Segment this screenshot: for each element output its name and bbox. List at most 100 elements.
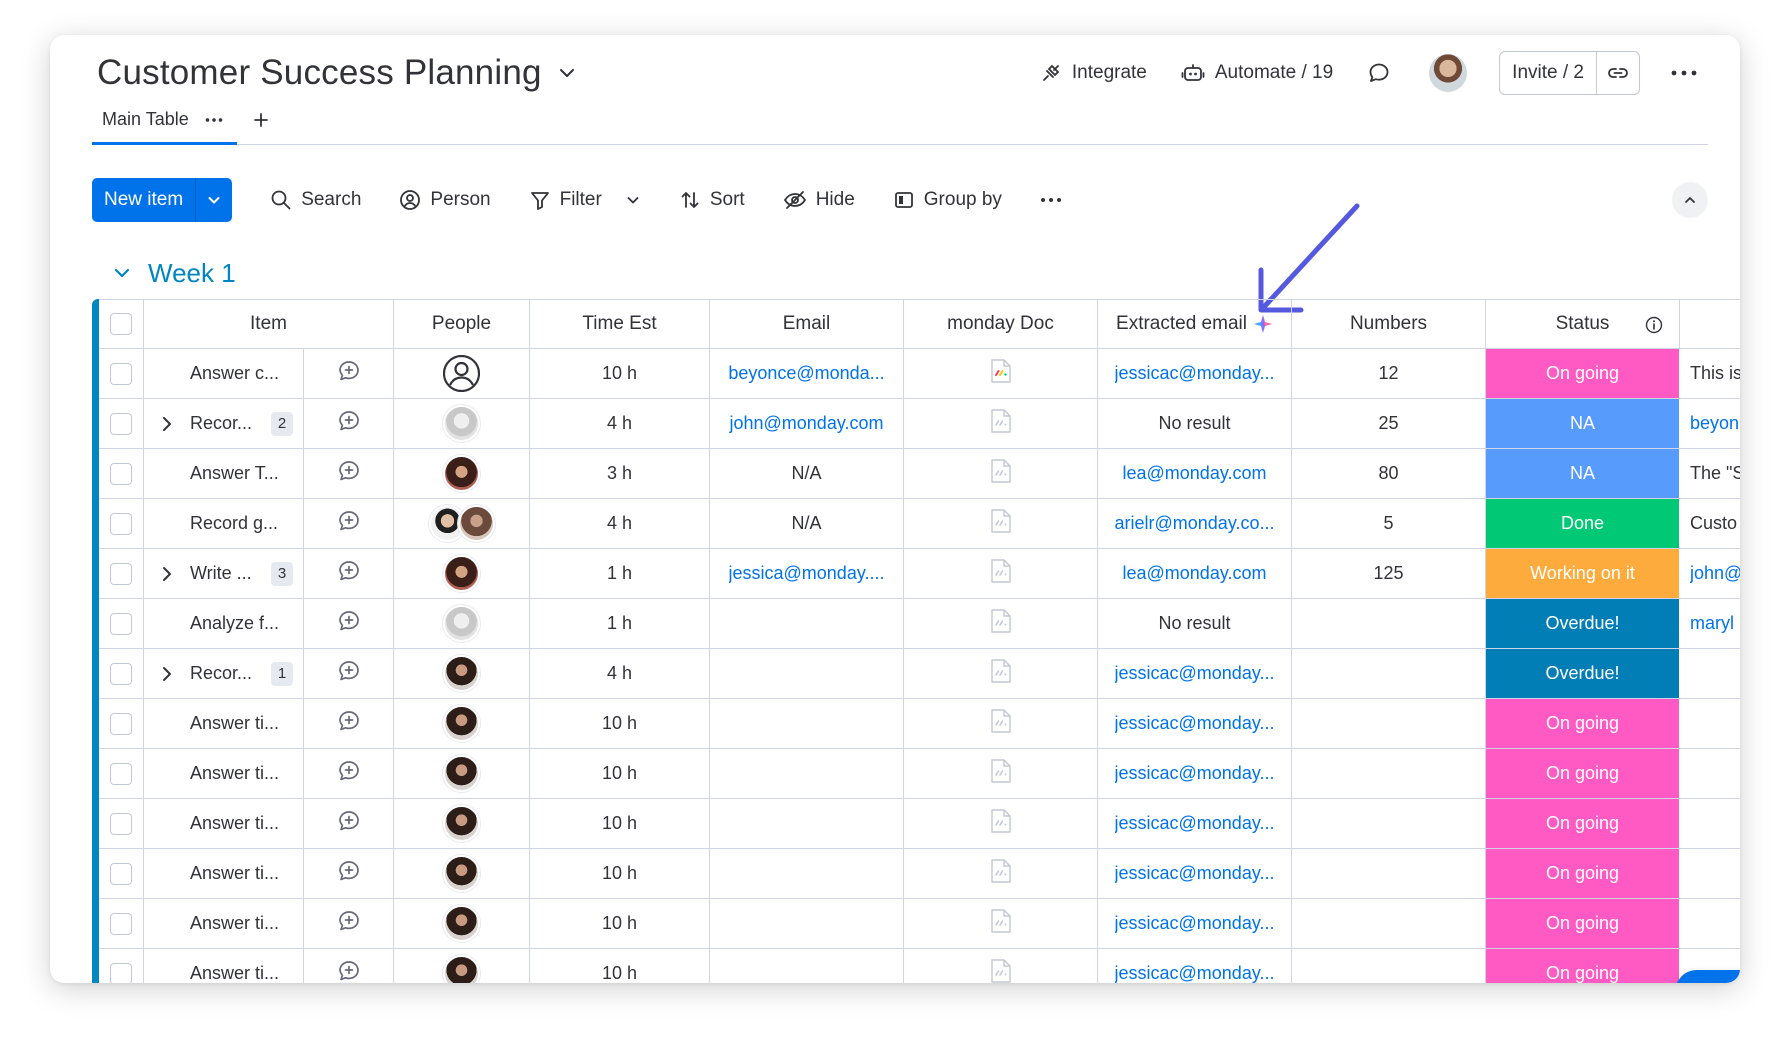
add-update-cell[interactable] bbox=[304, 499, 394, 548]
select-all-checkbox[interactable] bbox=[110, 313, 132, 335]
text-cell[interactable] bbox=[1680, 749, 1740, 798]
extracted-email-value[interactable]: lea@monday.com bbox=[1123, 563, 1267, 584]
email-cell[interactable] bbox=[710, 649, 904, 698]
avatar[interactable] bbox=[443, 455, 480, 492]
expand-subitems-icon[interactable] bbox=[152, 416, 182, 432]
people-cell[interactable] bbox=[394, 399, 530, 448]
item-name[interactable]: Answer ti... bbox=[182, 863, 303, 884]
extracted-email-value[interactable]: jessicac@monday... bbox=[1115, 863, 1275, 884]
add-update-cell[interactable] bbox=[304, 599, 394, 648]
email-cell[interactable] bbox=[710, 599, 904, 648]
table-row[interactable]: Answer ti... 10 h jessicac@monday... On goi… bbox=[99, 699, 1740, 749]
status-cell[interactable]: Working on it bbox=[1486, 549, 1680, 598]
numbers-cell[interactable] bbox=[1292, 599, 1486, 648]
status-cell[interactable]: On going bbox=[1486, 949, 1680, 983]
avatar[interactable] bbox=[443, 855, 480, 892]
item-name[interactable]: Recor... bbox=[182, 663, 271, 684]
text-cell[interactable]: maryl bbox=[1680, 599, 1740, 648]
monday-doc-cell[interactable] bbox=[904, 749, 1098, 798]
text-cell[interactable] bbox=[1680, 649, 1740, 698]
subitems-count-badge[interactable]: 2 bbox=[271, 411, 293, 436]
monday-doc-cell[interactable] bbox=[904, 549, 1098, 598]
item-cell[interactable]: Analyze f... bbox=[144, 599, 304, 648]
filter-button[interactable]: Filter bbox=[529, 189, 641, 211]
table-row[interactable]: Answer T... 3 h N/A lea@monday.com 80 NA The "… bbox=[99, 449, 1740, 499]
monday-doc-cell[interactable] bbox=[904, 699, 1098, 748]
add-update-icon[interactable] bbox=[337, 459, 361, 488]
numbers-cell[interactable]: 25 bbox=[1292, 399, 1486, 448]
time-est-cell[interactable]: 1 h bbox=[530, 549, 710, 598]
item-name[interactable]: Answer ti... bbox=[182, 913, 303, 934]
doc-icon[interactable] bbox=[990, 958, 1012, 983]
add-update-icon[interactable] bbox=[337, 859, 361, 888]
text-cell[interactable] bbox=[1680, 799, 1740, 848]
time-est-cell[interactable]: 4 h bbox=[530, 399, 710, 448]
email-cell[interactable]: beyonce@monda... bbox=[710, 349, 904, 398]
doc-icon[interactable] bbox=[990, 708, 1012, 739]
status-cell[interactable]: On going bbox=[1486, 849, 1680, 898]
column-header-status[interactable]: Status bbox=[1486, 300, 1680, 348]
row-checkbox[interactable] bbox=[110, 512, 132, 535]
doc-icon[interactable] bbox=[990, 658, 1012, 689]
email-value[interactable]: jessica@monday.... bbox=[729, 563, 885, 584]
add-update-icon[interactable] bbox=[337, 959, 361, 983]
add-update-icon[interactable] bbox=[337, 659, 361, 688]
board-title[interactable]: Customer Success Planning bbox=[97, 53, 542, 93]
text-cell[interactable] bbox=[1680, 899, 1740, 948]
text-cell[interactable]: john@ bbox=[1680, 549, 1740, 598]
people-cell[interactable] bbox=[394, 749, 530, 798]
item-name[interactable]: Answer ti... bbox=[182, 763, 303, 784]
monday-doc-cell[interactable] bbox=[904, 349, 1098, 398]
hide-button[interactable]: Hide bbox=[783, 189, 855, 211]
numbers-cell[interactable] bbox=[1292, 899, 1486, 948]
item-name[interactable]: Analyze f... bbox=[182, 613, 303, 634]
item-name[interactable]: Answer ti... bbox=[182, 713, 303, 734]
group-by-button[interactable]: Group by bbox=[893, 189, 1002, 211]
avatar[interactable] bbox=[443, 955, 480, 983]
item-cell[interactable]: Write ... 3 bbox=[144, 549, 304, 598]
numbers-cell[interactable]: 12 bbox=[1292, 349, 1486, 398]
row-checkbox[interactable] bbox=[110, 762, 132, 785]
email-cell[interactable] bbox=[710, 699, 904, 748]
sort-button[interactable]: Sort bbox=[679, 189, 745, 211]
avatar[interactable] bbox=[443, 755, 480, 792]
doc-icon[interactable] bbox=[990, 908, 1012, 939]
numbers-cell[interactable]: 5 bbox=[1292, 499, 1486, 548]
item-name[interactable]: Answer T... bbox=[182, 463, 303, 484]
column-header-extracted-email[interactable]: Extracted email bbox=[1098, 300, 1292, 348]
status-cell[interactable]: NA bbox=[1486, 399, 1680, 448]
group-header-week-1[interactable]: Week 1 bbox=[112, 253, 236, 293]
extracted-email-cell[interactable]: lea@monday.com bbox=[1098, 449, 1292, 498]
text-cell[interactable]: Custo bbox=[1680, 499, 1740, 548]
avatar[interactable] bbox=[443, 705, 480, 742]
updates-button[interactable] bbox=[1367, 61, 1391, 85]
item-name[interactable]: Answer ti... bbox=[182, 813, 303, 834]
item-name[interactable]: Answer c... bbox=[182, 363, 303, 384]
column-header-monday-doc[interactable]: monday Doc bbox=[904, 300, 1098, 348]
add-update-cell[interactable] bbox=[304, 749, 394, 798]
numbers-cell[interactable] bbox=[1292, 949, 1486, 983]
monday-doc-cell[interactable] bbox=[904, 949, 1098, 983]
status-cell[interactable]: Done bbox=[1486, 499, 1680, 548]
doc-icon[interactable] bbox=[990, 458, 1012, 489]
doc-icon[interactable] bbox=[990, 608, 1012, 639]
email-cell[interactable]: john@monday.com bbox=[710, 399, 904, 448]
extracted-email-value[interactable]: lea@monday.com bbox=[1123, 463, 1267, 484]
monday-doc-cell[interactable] bbox=[904, 449, 1098, 498]
row-checkbox[interactable] bbox=[110, 712, 132, 735]
monday-doc-cell[interactable] bbox=[904, 849, 1098, 898]
add-update-cell[interactable] bbox=[304, 699, 394, 748]
item-cell[interactable]: Answer ti... bbox=[144, 849, 304, 898]
email-cell[interactable] bbox=[710, 899, 904, 948]
monday-doc-cell[interactable] bbox=[904, 499, 1098, 548]
email-cell[interactable]: N/A bbox=[710, 499, 904, 548]
item-cell[interactable]: Answer ti... bbox=[144, 899, 304, 948]
extracted-email-value[interactable]: jessicac@monday... bbox=[1115, 363, 1275, 384]
chevron-down-icon[interactable] bbox=[556, 62, 578, 84]
add-update-cell[interactable] bbox=[304, 949, 394, 983]
add-update-cell[interactable] bbox=[304, 899, 394, 948]
item-cell[interactable]: Answer ti... bbox=[144, 749, 304, 798]
table-row[interactable]: Answer ti... 10 h jessicac@monday... On goi… bbox=[99, 799, 1740, 849]
invite-button[interactable]: Invite / 2 bbox=[1500, 52, 1597, 94]
avatar[interactable] bbox=[443, 905, 480, 942]
